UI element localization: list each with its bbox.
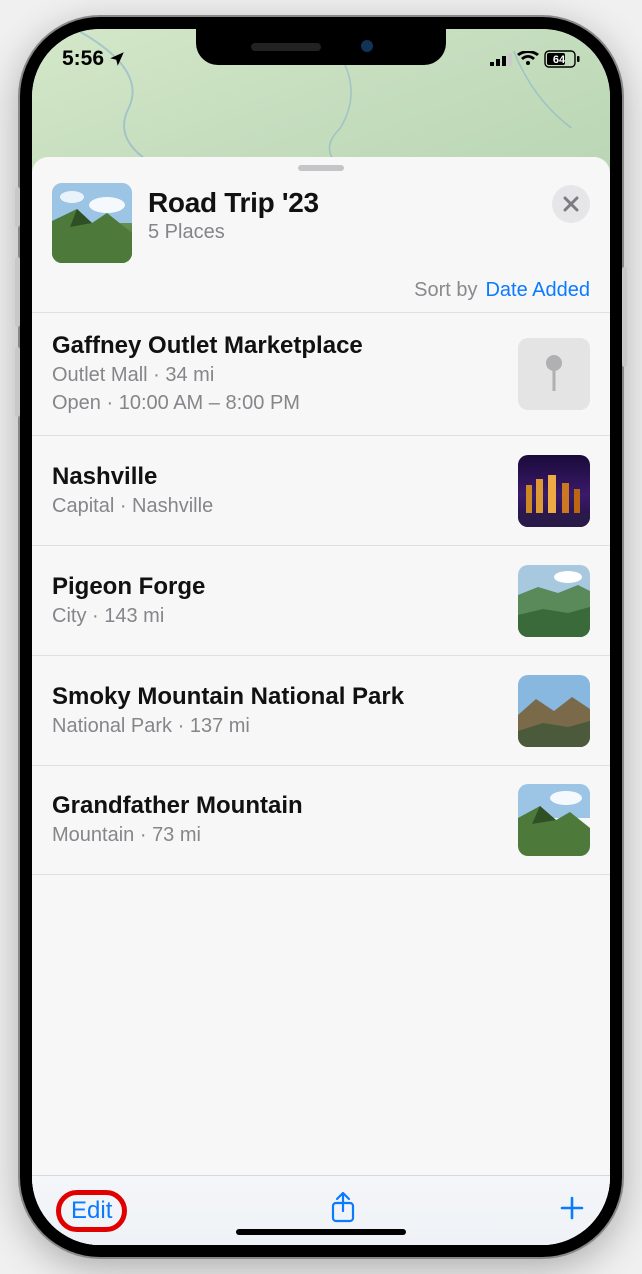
place-thumbnail [518,455,590,527]
home-indicator[interactable] [236,1229,406,1235]
guide-sheet: Road Trip '23 5 Places Sort by Date Adde… [32,157,610,1245]
place-name: Pigeon Forge [52,572,504,602]
places-list[interactable]: Gaffney Outlet Marketplace Outlet Mall ·… [32,312,610,1175]
cellular-signal-icon [490,52,512,66]
sort-button[interactable]: Date Added [485,279,590,302]
place-thumbnail [518,675,590,747]
place-thumbnail [518,784,590,856]
place-subtitle: City · 143 mi [52,603,504,630]
location-arrow-icon [108,50,126,68]
place-subtitle: National Park · 137 mi [52,713,504,740]
place-name: Smoky Mountain National Park [52,682,504,712]
share-button[interactable] [329,1191,357,1230]
place-subtitle: Outlet Mall · 34 mi [52,362,504,389]
place-thumbnail [518,565,590,637]
place-subtitle: Mountain · 73 mi [52,822,504,849]
pin-icon [539,353,569,395]
list-item[interactable]: Smoky Mountain National Park National Pa… [32,655,610,765]
place-name: Grandfather Mountain [52,791,504,821]
edit-button[interactable]: Edit [71,1197,112,1224]
status-time: 5:56 [62,47,104,71]
list-item[interactable]: Pigeon Forge City · 143 mi [32,545,610,655]
place-name: Nashville [52,462,504,492]
list-item[interactable]: Nashville Capital · Nashville [32,435,610,545]
place-subtitle: Capital · Nashville [52,493,504,520]
guide-title: Road Trip '23 [148,187,536,219]
battery-icon: 64 [544,50,580,68]
sheet-grabber[interactable] [298,165,344,171]
place-name: Gaffney Outlet Marketplace [52,331,504,361]
guide-cover-image [52,183,132,263]
place-thumbnail [518,338,590,410]
list-item[interactable]: Gaffney Outlet Marketplace Outlet Mall ·… [32,312,610,435]
edit-button-highlight: Edit [56,1190,127,1232]
guide-header: Road Trip '23 5 Places [32,177,610,275]
place-hours: Open · 10:00 AM – 8:00 PM [52,390,504,417]
wifi-icon [517,51,539,67]
add-button[interactable] [558,1194,586,1227]
guide-subtitle: 5 Places [148,221,536,244]
sort-row: Sort by Date Added [32,275,610,312]
svg-text:64: 64 [553,54,566,66]
close-button[interactable] [552,185,590,223]
list-item[interactable]: Grandfather Mountain Mountain · 73 mi [32,765,610,875]
sort-label: Sort by [414,279,477,302]
